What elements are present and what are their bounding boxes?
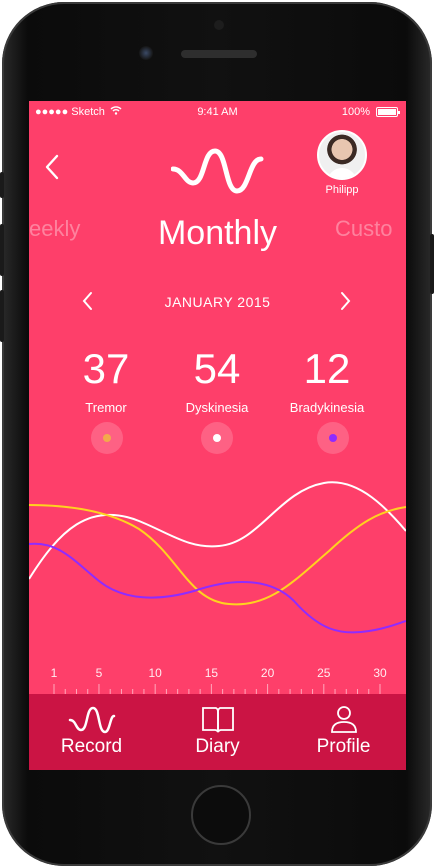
status-bar: ●●●●● Sketch 9:41 AM 100% <box>29 101 406 123</box>
series-line-bradykinesia <box>29 542 406 634</box>
volume-down-button <box>0 290 4 342</box>
stat-bradykinesia: 12 Bradykinesia <box>272 344 382 415</box>
period-tab-custom[interactable]: Custo <box>335 216 392 242</box>
stat-value: 37 <box>82 345 130 392</box>
day-label: 1 <box>50 666 58 680</box>
battery-percent: 100% <box>341 106 370 118</box>
series-line-dyskinesia <box>29 481 406 580</box>
day-label: 20 <box>260 666 275 680</box>
tremor-color-dot <box>103 434 111 442</box>
avatar-shirt <box>327 168 357 178</box>
earpiece-speaker <box>181 50 257 58</box>
stat-value: 12 <box>303 345 351 392</box>
day-label: 5 <box>95 666 103 680</box>
wave-logo-icon <box>171 148 264 194</box>
user-name: Philipp <box>325 184 359 196</box>
stat-value: 54 <box>193 345 241 392</box>
back-chevron-icon[interactable] <box>41 153 63 181</box>
tab-record[interactable]: Record <box>29 694 154 770</box>
stat-label: Dyskinesia <box>185 400 249 415</box>
day-label: 15 <box>204 666 219 680</box>
stat-dyskinesia: 54 Dyskinesia <box>162 344 272 415</box>
tab-diary[interactable]: Diary <box>155 694 280 770</box>
trend-chart <box>29 481 406 634</box>
tremor-toggle[interactable] <box>91 422 123 454</box>
day-label: 25 <box>317 666 331 680</box>
front-sensor <box>214 20 224 30</box>
stat-label: Bradykinesia <box>289 400 365 415</box>
stat-label: Tremor <box>85 400 127 415</box>
battery-icon <box>376 107 400 117</box>
bradykinesia-toggle[interactable] <box>317 422 349 454</box>
avatar[interactable] <box>317 130 367 180</box>
chevron-right-icon[interactable] <box>338 291 352 311</box>
mute-switch <box>0 172 4 198</box>
front-camera <box>139 46 153 60</box>
day-label: 30 <box>373 666 387 680</box>
home-button[interactable] <box>191 785 251 845</box>
tab-label: Diary <box>195 736 240 757</box>
wave-icon <box>68 706 115 734</box>
volume-up-button <box>0 224 4 276</box>
tab-bar: Record Diary Profile <box>29 694 406 770</box>
tab-label: Profile <box>316 736 371 757</box>
tab-profile[interactable]: Profile <box>281 694 406 770</box>
person-icon <box>330 706 357 733</box>
battery-fill <box>378 109 396 115</box>
dyskinesia-toggle[interactable] <box>201 422 233 454</box>
day-label: 10 <box>148 666 162 680</box>
book-icon <box>201 707 234 733</box>
dyskinesia-color-dot <box>213 434 221 442</box>
bradykinesia-color-dot <box>329 434 337 442</box>
tab-label: Record <box>60 736 123 757</box>
month-selector: JANUARY 2015 <box>29 291 406 313</box>
app-screen: ●●●●● Sketch 9:41 AM 100% Philipp eekly … <box>29 101 406 770</box>
power-button <box>430 234 434 294</box>
stat-tremor: 37 Tremor <box>51 344 161 415</box>
